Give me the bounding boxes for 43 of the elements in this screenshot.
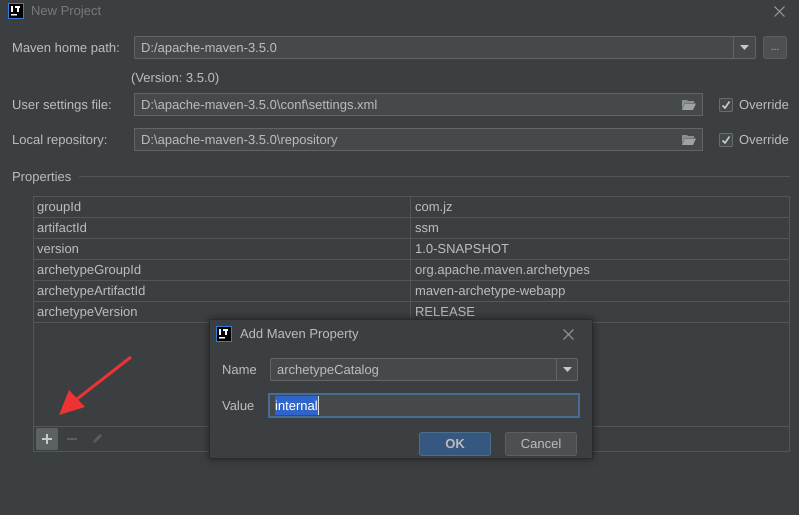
plus-icon <box>40 432 54 446</box>
table-cell-text: 1.0-SNAPSHOT <box>414 240 509 258</box>
table-cell-text: com.jz <box>414 198 453 216</box>
checkbox-label: Override <box>739 96 789 114</box>
checkbox[interactable] <box>719 98 733 112</box>
table-cell-text: ssm <box>414 218 439 237</box>
cancel-button[interactable]: Cancel <box>505 432 577 456</box>
field-label: Value <box>222 396 256 415</box>
field-label: User settings file: <box>12 96 113 114</box>
table-cell: artifactId <box>34 218 411 238</box>
field-label: Name <box>222 360 258 379</box>
window-title: New Project <box>31 2 102 20</box>
dialog-title: Add Maven Property <box>240 325 359 344</box>
path-field[interactable]: D:\apache-maven-3.5.0\repository <box>134 128 703 151</box>
app-logo-icon <box>8 3 24 19</box>
ok-button[interactable]: OK <box>419 432 491 456</box>
field-label: Local repository: <box>12 130 108 149</box>
app-logo-icon <box>216 326 232 342</box>
name-combo[interactable]: archetypeCatalog <box>270 358 578 381</box>
table-cell: archetypeGroupId <box>34 260 411 280</box>
maven-home-combo[interactable]: D:/apache-maven-3.5.0 <box>134 36 756 59</box>
dropdown-arrow-icon <box>740 45 749 50</box>
folder-icon[interactable] <box>682 134 696 145</box>
dropdown-arrow-icon <box>562 367 572 372</box>
folder-icon[interactable] <box>682 99 696 110</box>
section-title: Properties <box>12 168 72 186</box>
table-cell: groupId <box>34 196 411 216</box>
field-label: Maven home path: <box>12 38 121 57</box>
checkbox[interactable] <box>719 132 733 146</box>
close-icon[interactable] <box>774 6 785 16</box>
close-icon[interactable] <box>563 328 574 340</box>
table-cell: version <box>34 238 411 258</box>
value-field[interactable]: internal <box>268 393 580 418</box>
pencil-icon <box>90 432 104 446</box>
version-note: (Version: 3.5.0) <box>131 70 220 85</box>
table-cell-text: org.apache.maven.archetypes <box>414 260 590 279</box>
path-field[interactable]: D:\apache-maven-3.5.0\conf\settings.xml <box>134 93 703 116</box>
checkbox-label: Override <box>739 130 789 149</box>
add-button[interactable] <box>36 428 58 450</box>
table-cell-text: RELEASE <box>414 302 475 321</box>
browse-button[interactable]: ... <box>763 36 787 59</box>
table-cell-text: maven-archetype-webapp <box>414 282 566 300</box>
table-cell: archetypeArtifactId <box>34 280 411 300</box>
